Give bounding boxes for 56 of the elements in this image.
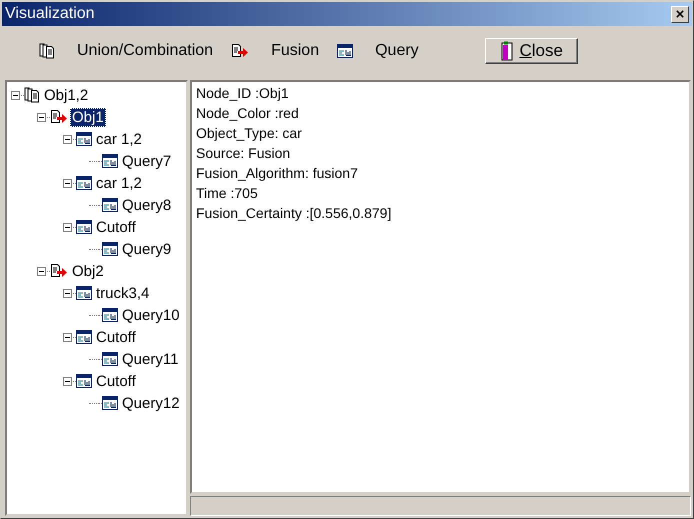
collapse-toggle[interactable] <box>63 376 72 386</box>
tree-item[interactable]: Query8 <box>120 196 174 214</box>
window-chart-icon <box>76 132 92 146</box>
collapse-toggle[interactable] <box>63 222 72 232</box>
tree-item[interactable]: Obj1 <box>70 108 106 126</box>
tree-item[interactable]: car 1,2 <box>94 130 144 148</box>
detail-line: Fusion_Certainty :[0.556,0.879] <box>196 204 392 223</box>
collapse-toggle[interactable] <box>63 288 72 298</box>
page-arrow-icon <box>50 109 68 125</box>
tree-item[interactable]: truck3,4 <box>94 284 152 302</box>
window-chart-icon <box>102 242 118 256</box>
collapse-toggle[interactable] <box>63 178 72 188</box>
tree-item[interactable]: Cutoff <box>94 328 138 346</box>
tree-item[interactable]: Query10 <box>120 306 182 324</box>
window-chart-icon <box>102 198 118 212</box>
close-button[interactable]: Close <box>484 38 578 64</box>
collapse-toggle[interactable] <box>63 332 72 342</box>
window-chart-icon <box>76 220 92 234</box>
page-arrow-icon <box>50 263 68 279</box>
pages-icon <box>39 43 55 59</box>
tree-item[interactable]: car 1,2 <box>94 174 144 192</box>
tree-item[interactable]: Obj1,2 <box>42 86 90 104</box>
legend-label: Fusion <box>271 42 320 60</box>
window-chart-icon <box>102 154 118 168</box>
collapse-toggle[interactable] <box>63 134 72 144</box>
window-chart-icon <box>102 352 118 366</box>
legend-label: Query <box>375 42 419 60</box>
detail-line: Source: Fusion <box>196 144 292 163</box>
door-icon <box>499 41 516 61</box>
window-chart-icon <box>337 44 354 58</box>
window-chart-icon <box>76 286 92 300</box>
collapse-toggle[interactable] <box>37 266 46 276</box>
collapse-toggle[interactable] <box>11 90 20 100</box>
window-title: Visualization <box>5 5 95 23</box>
legend-label: Union/Combination <box>77 42 214 60</box>
detail-line: Fusion_Algorithm: fusion7 <box>196 164 359 183</box>
pages-icon <box>24 87 40 103</box>
window-chart-icon <box>76 176 92 190</box>
detail-line: Node_ID :Obj1 <box>196 84 290 103</box>
tree-item[interactable]: Query11 <box>120 350 180 368</box>
collapse-toggle[interactable] <box>37 112 46 122</box>
close-button[interactable]: × <box>671 6 689 22</box>
tree-item[interactable]: Cutoff <box>94 218 138 236</box>
window-chart-icon <box>76 374 92 388</box>
tree-item[interactable]: Query7 <box>120 152 174 170</box>
window-chart-icon <box>76 330 92 344</box>
detail-line: Node_Color :red <box>196 104 300 123</box>
tree-item[interactable]: Query12 <box>120 394 182 412</box>
window-chart-icon <box>102 396 118 410</box>
tree-item[interactable]: Cutoff <box>94 372 138 390</box>
detail-line: Object_Type: car <box>196 124 303 143</box>
tree-item[interactable]: Query9 <box>120 240 174 258</box>
page-arrow-icon <box>231 43 250 59</box>
detail-line: Time :705 <box>196 184 259 203</box>
window-chart-icon <box>102 308 118 322</box>
tree-item[interactable]: Obj2 <box>70 262 106 280</box>
